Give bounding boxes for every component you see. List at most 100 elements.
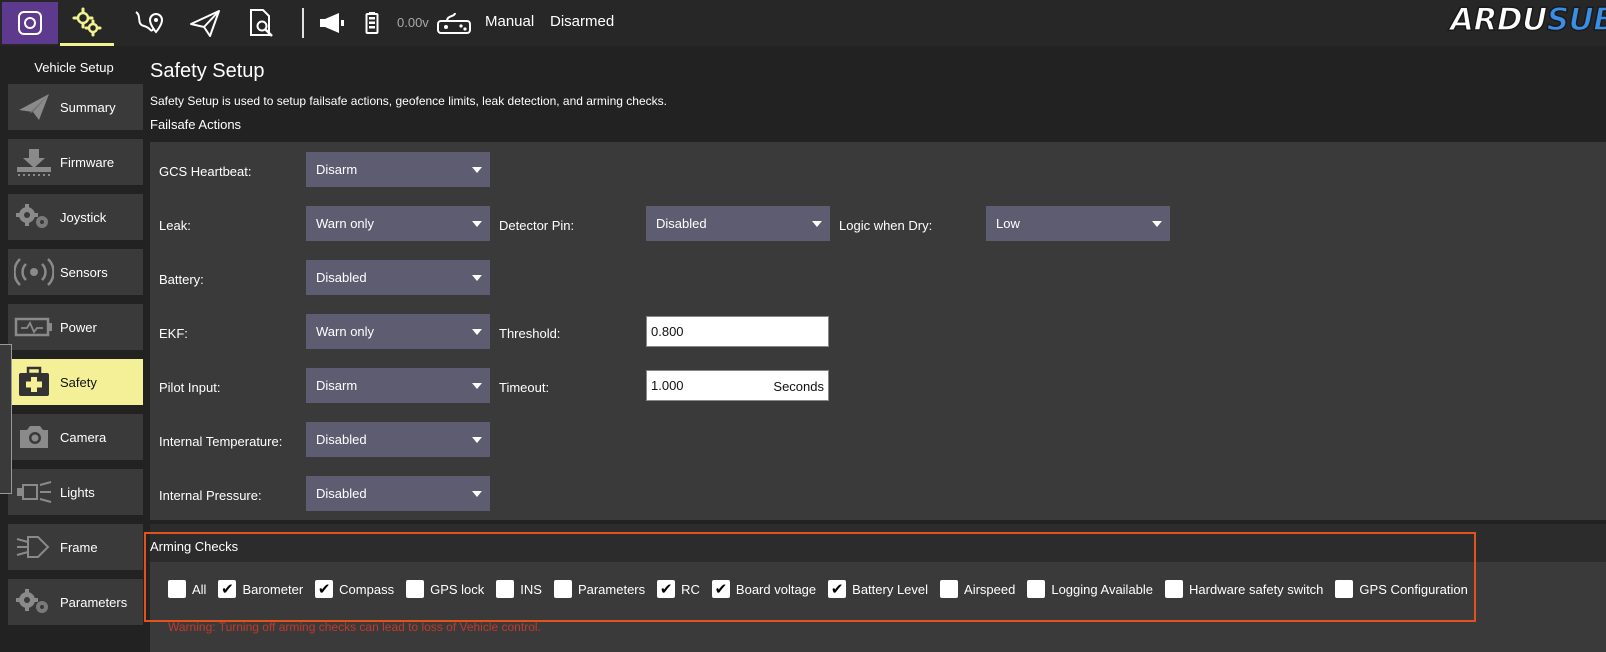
- caret-down-icon: [472, 221, 482, 227]
- app-logo-icon[interactable]: [2, 2, 58, 44]
- joystick-icon[interactable]: [434, 0, 474, 46]
- timeout-unit: Seconds: [773, 379, 824, 394]
- sidebar-item-frame[interactable]: Frame: [8, 524, 143, 570]
- arming-check-compass[interactable]: ✔ Compass: [315, 580, 394, 598]
- sidebar-resize-handle[interactable]: [0, 344, 12, 494]
- combo-value: Disabled: [316, 432, 367, 447]
- battery-pulse-icon: [8, 316, 60, 338]
- flight-mode-label[interactable]: Manual: [485, 13, 534, 30]
- arming-check-board-voltage[interactable]: ✔ Board voltage: [711, 580, 817, 598]
- caret-down-icon: [812, 221, 822, 227]
- checkbox[interactable]: [940, 580, 959, 598]
- sidebar-item-firmware[interactable]: Firmware: [8, 139, 143, 185]
- arming-check-gps-configuration[interactable]: GPS Configuration: [1335, 580, 1468, 598]
- battery-icon[interactable]: [358, 0, 386, 46]
- combo-value: Warn only: [316, 216, 375, 231]
- checkbox-checked[interactable]: ✔: [828, 580, 847, 598]
- checkbox[interactable]: [1027, 580, 1046, 598]
- sidebar-item-sensors[interactable]: Sensors: [8, 249, 143, 295]
- checkbox-checked[interactable]: ✔: [711, 580, 730, 598]
- battery-combo[interactable]: Disabled: [306, 260, 490, 295]
- sidebar-item-label: Joystick: [60, 209, 107, 225]
- sidebar-item-label: Summary: [60, 99, 116, 115]
- combo-value: Disabled: [656, 216, 707, 231]
- caret-down-icon: [472, 275, 482, 281]
- sidebar-item-summary[interactable]: Summary: [8, 84, 143, 130]
- sidebar-item-camera[interactable]: Camera: [8, 414, 143, 460]
- checkbox-checked[interactable]: ✔: [315, 580, 334, 598]
- arming-check-rc[interactable]: ✔ RC: [657, 580, 700, 598]
- sidebar-item-parameters[interactable]: Parameters: [8, 579, 143, 625]
- ardusub-brand-logo: ARDUSUB: [1449, 1, 1606, 39]
- logic-when-dry-label: Logic when Dry:: [839, 218, 933, 233]
- brand-part-sub: SUB: [1546, 1, 1606, 39]
- checkbox-label: Battery Level: [852, 581, 929, 597]
- megaphone-icon[interactable]: [312, 0, 352, 46]
- arming-header-strip: [150, 524, 1606, 562]
- checkbox-label: INS: [520, 581, 542, 597]
- internal-pressure-combo[interactable]: Disabled: [306, 476, 490, 511]
- field-value: 0.800: [651, 324, 684, 339]
- sidebar-item-safety[interactable]: Safety: [8, 359, 143, 405]
- checkbox-label: GPS Configuration: [1359, 581, 1468, 597]
- leak-combo[interactable]: Warn only: [306, 206, 490, 241]
- detector-pin-label: Detector Pin:: [499, 218, 575, 233]
- arming-check-hardware-safety-switch[interactable]: Hardware safety switch: [1165, 580, 1323, 598]
- arming-checks-row: All ✔ Barometer ✔ Compass GPS lock INS Par…: [168, 580, 1480, 598]
- arming-check-battery-level[interactable]: ✔ Battery Level: [828, 580, 928, 598]
- checkbox-label: Parameters: [577, 581, 646, 597]
- sidebar-item-joystick[interactable]: Joystick: [8, 194, 143, 240]
- sidebar-title: Vehicle Setup: [34, 60, 114, 75]
- checkbox[interactable]: [496, 580, 515, 598]
- checkbox[interactable]: [406, 580, 425, 598]
- page-description: Safety Setup is used to setup failsafe a…: [150, 94, 667, 108]
- arming-check-all[interactable]: All: [168, 580, 206, 598]
- sidebar-item-power[interactable]: Power: [8, 304, 143, 350]
- sidebar-item-label: Sensors: [60, 264, 108, 280]
- analyze-document-icon[interactable]: [234, 0, 288, 46]
- combo-value: Disabled: [316, 270, 367, 285]
- arming-check-parameters[interactable]: Parameters: [553, 580, 646, 598]
- arming-check-barometer[interactable]: ✔ Barometer: [218, 580, 303, 598]
- combo-value: Disabled: [316, 486, 367, 501]
- plan-route-icon[interactable]: [122, 0, 176, 46]
- arm-status-label[interactable]: Disarmed: [550, 13, 614, 30]
- ekf-combo[interactable]: Warn only: [306, 314, 490, 349]
- arming-check-logging-available[interactable]: Logging Available: [1027, 580, 1153, 598]
- battery-voltage: 0.00v: [397, 15, 429, 30]
- sidebar-item-label: Power: [60, 319, 97, 335]
- checkbox[interactable]: [1335, 580, 1354, 598]
- sidebar-item-label: Safety: [60, 374, 97, 390]
- checkbox-checked[interactable]: ✔: [218, 580, 237, 598]
- checkbox-label: Logging Available: [1051, 581, 1154, 597]
- sidebar-item-lights[interactable]: Lights: [8, 469, 143, 515]
- checkbox-checked[interactable]: ✔: [657, 580, 676, 598]
- checkbox-label: Board voltage: [735, 581, 817, 597]
- pilot-input-combo[interactable]: Disarm: [306, 368, 490, 403]
- pilot-timeout-input[interactable]: 1.000 Seconds: [646, 370, 829, 401]
- gears-icon: [8, 203, 60, 231]
- camera-icon: [8, 423, 60, 451]
- checkbox-label: Barometer: [242, 581, 304, 597]
- internal-temperature-combo[interactable]: Disabled: [306, 422, 490, 457]
- combo-value: Disarm: [316, 162, 358, 177]
- checkbox[interactable]: [553, 580, 572, 598]
- logic-when-dry-combo[interactable]: Low: [986, 206, 1170, 241]
- checkbox[interactable]: [168, 580, 186, 598]
- caret-down-icon: [472, 383, 482, 389]
- ekf-threshold-input[interactable]: 0.800: [646, 316, 829, 347]
- vehicle-setup-gears-icon[interactable]: [60, 0, 114, 46]
- checkbox-label: Hardware safety switch: [1189, 581, 1324, 597]
- internal-temperature-label: Internal Temperature:: [159, 434, 283, 449]
- fly-paper-plane-icon[interactable]: [178, 0, 232, 46]
- arming-check-airspeed[interactable]: Airspeed: [940, 580, 1015, 598]
- detector-pin-combo[interactable]: Disabled: [646, 206, 830, 241]
- caret-down-icon: [1152, 221, 1162, 227]
- first-aid-kit-icon: [8, 366, 60, 398]
- gears-icon: [8, 588, 60, 616]
- checkbox[interactable]: [1165, 580, 1184, 598]
- gcs-heartbeat-combo[interactable]: Disarm: [306, 152, 490, 187]
- arming-check-ins[interactable]: INS: [496, 580, 542, 598]
- arming-check-gps-lock[interactable]: GPS lock: [406, 580, 484, 598]
- arming-checks-title: Arming Checks: [150, 539, 239, 554]
